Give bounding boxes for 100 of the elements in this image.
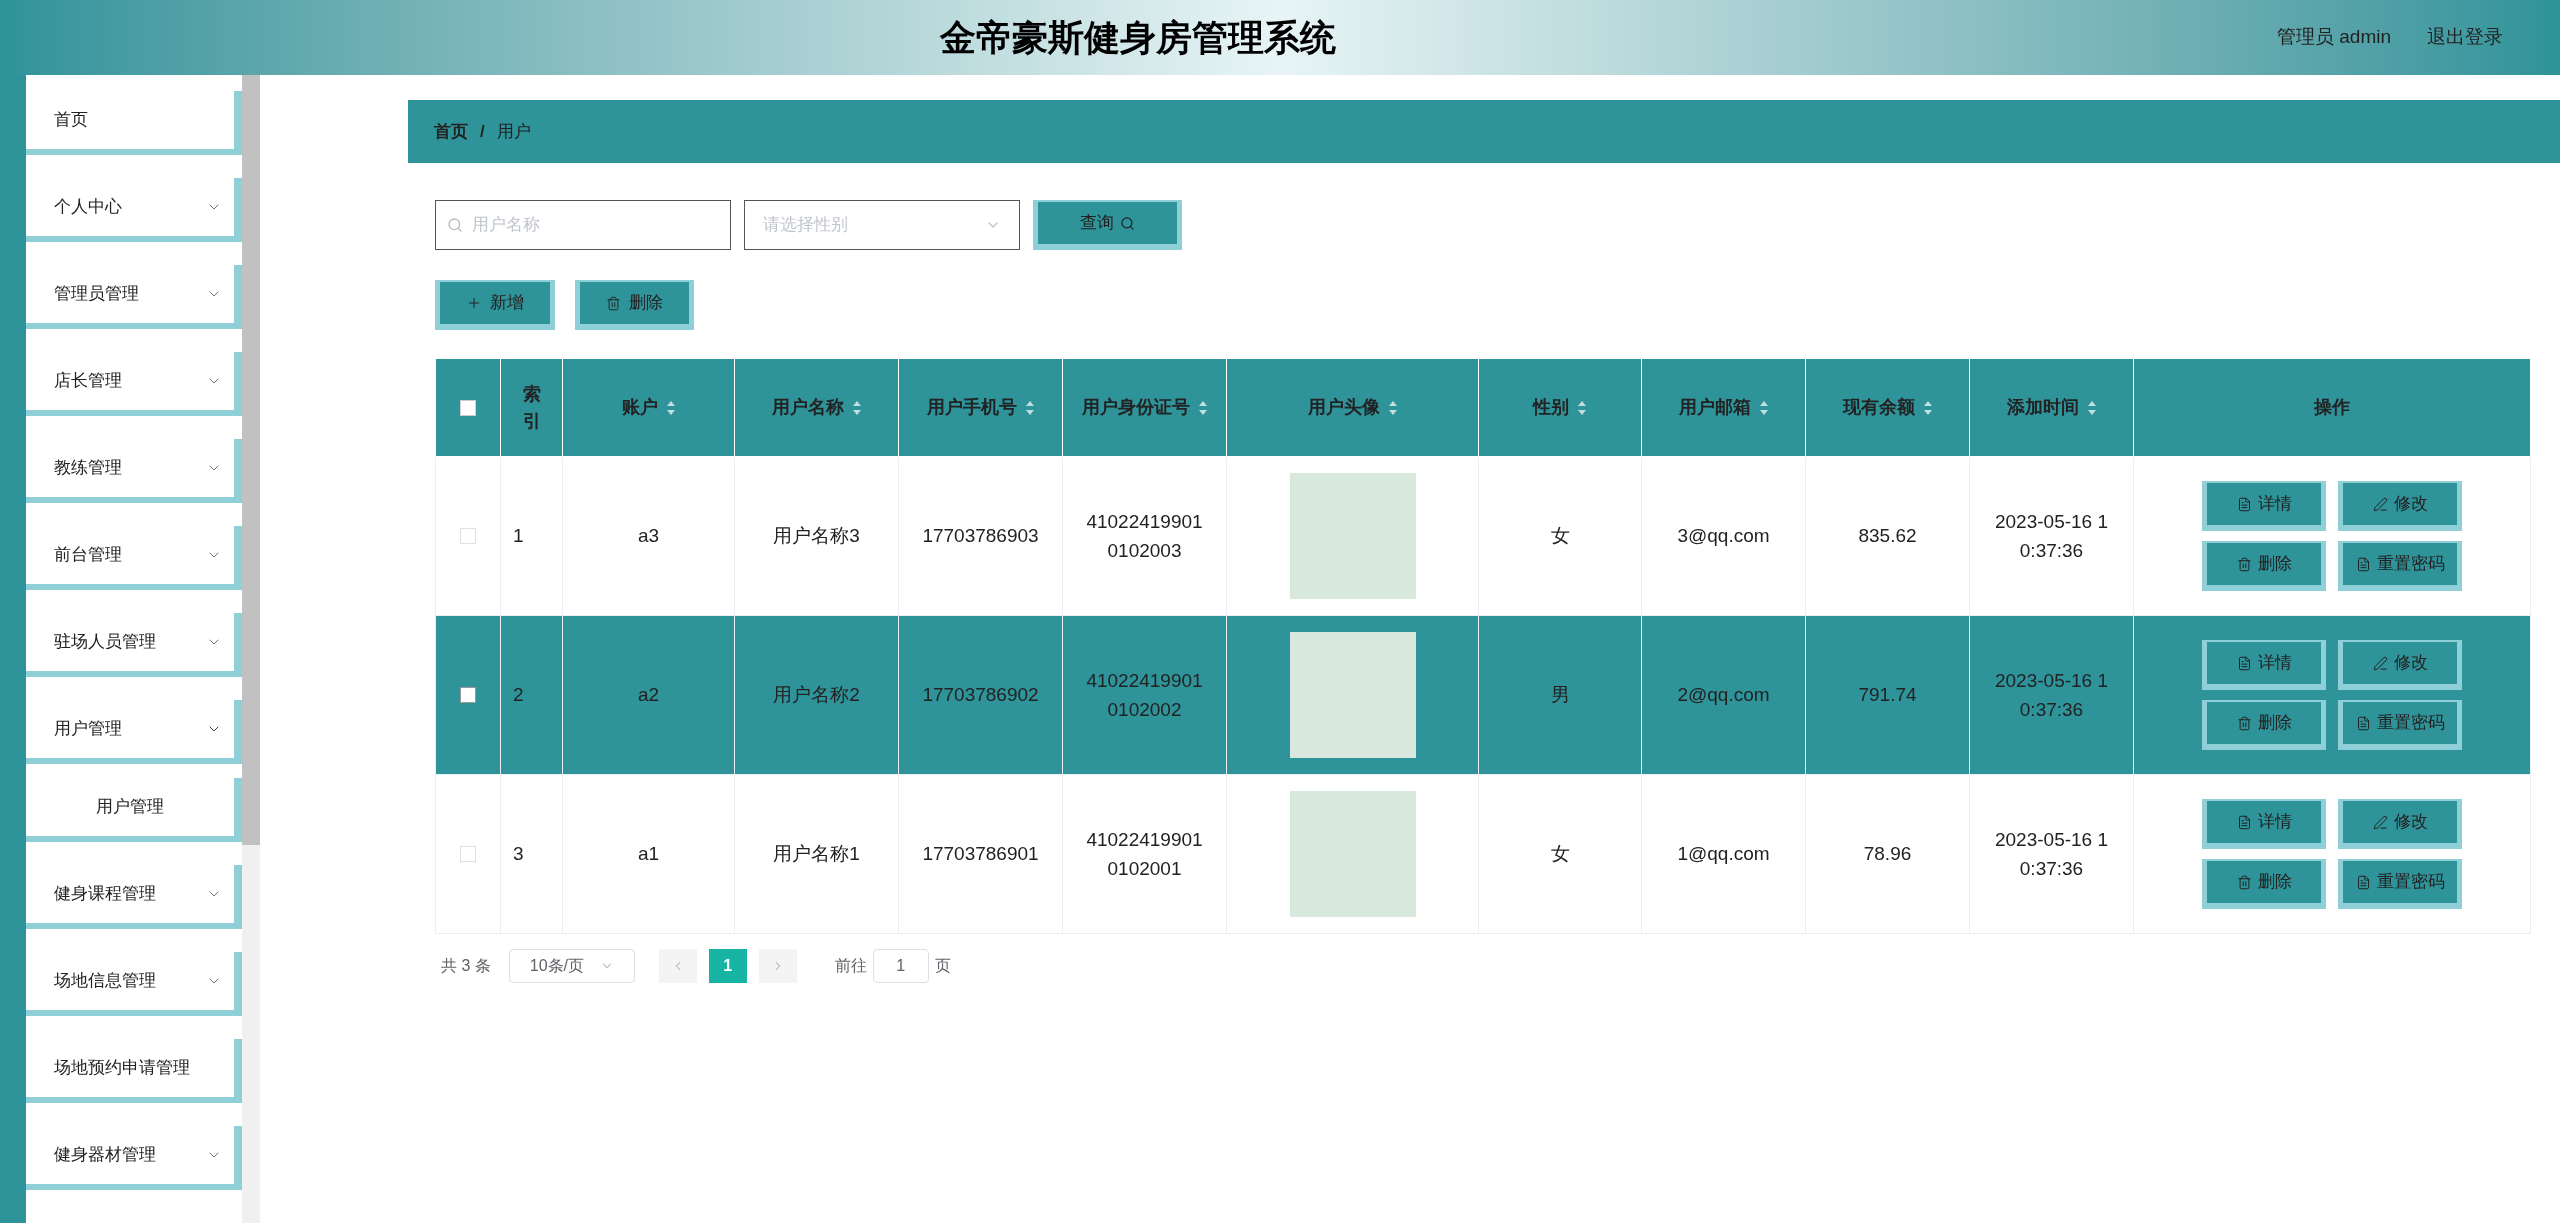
table-cell: 41022419901 0102002 [1086, 669, 1203, 720]
sort-icon[interactable] [851, 399, 862, 416]
sort-icon[interactable] [1387, 399, 1398, 416]
table-row[interactable]: 3 a1 用户名称1 17703786901 41022419901 0102001 女 1@qq.com 78.96 2023-05-16 1 0:37:36 详情 修改 删除 重置密码 [435, 774, 2531, 934]
breadcrumb-link[interactable]: 用户 [496, 118, 531, 145]
add-button[interactable]: 新增 [435, 280, 555, 330]
column-header: 索引 [521, 382, 542, 433]
sort-icon[interactable] [1197, 399, 1208, 416]
detail-button[interactable]: 详情 [2202, 640, 2326, 690]
query-button[interactable]: 查询 [1033, 200, 1182, 250]
sidebar-item[interactable]: 首页 [26, 91, 242, 155]
table-cell: 2@qq.com [1677, 684, 1770, 706]
document-icon [2236, 814, 2252, 830]
row-checkbox[interactable] [460, 687, 476, 703]
edit-button[interactable]: 修改 [2338, 640, 2462, 690]
trash-icon [2236, 715, 2252, 731]
table-row[interactable]: 2 a2 用户名称2 17703786902 41022419901 0102002 男 2@qq.com 791.74 2023-05-16 1 0:37:36 详情 修改 删除 重置密码 [435, 615, 2531, 775]
sidebar-item[interactable]: 教练管理 [26, 439, 242, 503]
select-all-checkbox[interactable] [460, 399, 476, 416]
edit-button[interactable]: 修改 [2338, 799, 2462, 849]
table-row[interactable]: 1 a3 用户名称3 17703786903 41022419901 0102003 女 3@qq.com 835.62 2023-05-16 1 0:37:36 详情 修改 删除 重置密码 [435, 456, 2531, 616]
pen-icon [2372, 814, 2388, 830]
column-header[interactable]: 用户邮箱 [1678, 394, 1769, 421]
column-header[interactable]: 性别 [1533, 394, 1587, 421]
column-header[interactable]: 用户手机号 [926, 394, 1035, 421]
total-count: 共 3 条 [441, 956, 491, 976]
document-icon [2236, 496, 2252, 512]
sidebar-item[interactable]: 用户管理 [26, 700, 242, 764]
search-icon [1120, 215, 1135, 231]
page-button[interactable]: 1 [708, 949, 747, 983]
sort-icon[interactable] [2086, 399, 2097, 416]
sidebar-item[interactable]: 驻场人员管理 [26, 613, 242, 677]
search-icon [447, 217, 463, 233]
detail-button[interactable]: 详情 [2202, 481, 2326, 531]
column-header[interactable]: 现有余额 [1842, 394, 1933, 421]
table-cell: 41022419901 0102003 [1086, 510, 1203, 561]
document-icon [2355, 715, 2371, 731]
search-field[interactable]: 用户名称 [435, 200, 731, 250]
sidebar-item[interactable]: 场地信息管理 [26, 952, 242, 1016]
detail-button[interactable]: 详情 [2202, 799, 2326, 849]
sidebar-item[interactable]: 用户管理 [26, 778, 242, 842]
table-cell: 835.62 [1858, 525, 1917, 547]
table-cell: 1@qq.com [1677, 843, 1770, 865]
document-icon [2355, 556, 2371, 572]
breadcrumb-link[interactable]: 首页 [434, 118, 468, 145]
sidebar-item[interactable]: 场地预约申请管理 [26, 1039, 242, 1103]
plus-icon [466, 295, 482, 311]
table-cell: 791.74 [1858, 684, 1917, 706]
sort-icon[interactable] [665, 399, 676, 416]
sidebar-item[interactable]: 个人中心 [26, 178, 242, 242]
column-header[interactable]: 用户头像 [1307, 394, 1398, 421]
pen-icon [2372, 496, 2388, 512]
table-cell: 3@qq.com [1677, 525, 1770, 547]
table-cell: 3 [513, 843, 524, 865]
table-cell: 女 [1550, 843, 1570, 865]
page-size-select[interactable]: 10条/页 [508, 949, 635, 983]
delete-button[interactable]: 删除 [2202, 541, 2326, 591]
page-suffix: 页 [934, 956, 951, 976]
document-icon [2355, 874, 2371, 890]
app-title: 金帝豪斯健身房管理系统 [940, 15, 1337, 60]
sidebar-item[interactable]: 店长管理 [26, 352, 242, 416]
reset-password-button[interactable]: 重置密码 [2338, 541, 2462, 591]
delete-button[interactable]: 删除 [575, 280, 694, 330]
scrollbar[interactable] [242, 75, 260, 1223]
sidebar-item[interactable]: 管理员管理 [26, 265, 242, 329]
pen-icon [2372, 655, 2388, 671]
table-cell: 2 [513, 684, 524, 706]
table-cell: 17703786901 [922, 843, 1039, 865]
trash-icon [606, 295, 621, 311]
table-cell: a3 [637, 525, 660, 547]
reset-password-button[interactable]: 重置密码 [2338, 700, 2462, 750]
sort-icon[interactable] [1758, 399, 1769, 416]
page-input[interactable]: 1 [872, 949, 929, 983]
table-cell: 78.96 [1863, 843, 1912, 865]
trash-icon [2236, 556, 2252, 572]
breadcrumb-separator: / [480, 120, 485, 143]
sort-icon[interactable] [1577, 399, 1587, 416]
table-cell: 2023-05-16 1 0:37:36 [1994, 669, 2108, 720]
sort-icon[interactable] [1024, 399, 1035, 416]
sidebar-item[interactable]: 健身课程管理 [26, 865, 242, 929]
document-icon [2236, 655, 2252, 671]
column-header[interactable]: 添加时间 [2006, 394, 2097, 421]
column-header[interactable]: 账户 [621, 394, 676, 421]
table-cell: 用户名称1 [773, 843, 860, 865]
delete-button[interactable]: 删除 [2202, 700, 2326, 750]
column-header[interactable]: 用户名称 [771, 394, 862, 421]
table-cell: 1 [513, 525, 524, 547]
edit-button[interactable]: 修改 [2338, 481, 2462, 531]
sidebar-item[interactable]: 前台管理 [26, 526, 242, 590]
delete-button[interactable]: 删除 [2202, 859, 2326, 909]
table-cell: 用户名称2 [773, 684, 860, 706]
goto-label: 前往 [834, 956, 867, 976]
table-cell: a2 [637, 684, 660, 706]
sort-icon[interactable] [1922, 399, 1933, 416]
column-header: 操作 [2314, 396, 2350, 419]
sidebar-item[interactable]: 健身器材管理 [26, 1126, 242, 1190]
table-cell: 2023-05-16 1 0:37:36 [1994, 828, 2108, 879]
logout-link[interactable]: 退出登录 [2427, 23, 2503, 52]
trash-icon [2236, 874, 2252, 890]
reset-password-button[interactable]: 重置密码 [2338, 859, 2462, 909]
